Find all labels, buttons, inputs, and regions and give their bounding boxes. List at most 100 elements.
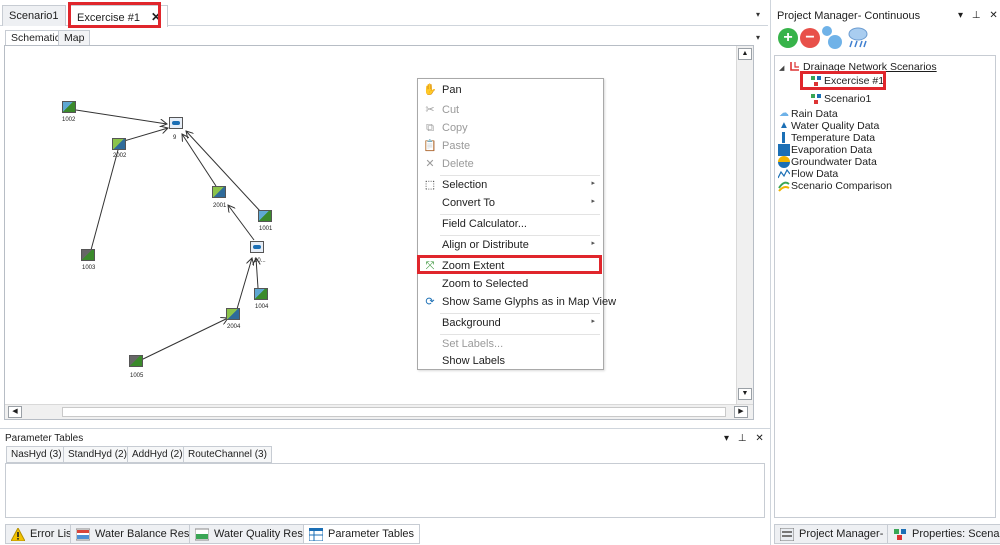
tree-item-scenario1[interactable]: Scenario1 [824, 93, 871, 105]
add-icon[interactable]: + [778, 28, 798, 48]
copy-icon: ⧉ [426, 122, 434, 134]
menu-item-convert-to[interactable]: Convert To ▸ [418, 194, 603, 212]
flow-chart-icon [778, 168, 790, 179]
menu-item-set-labels[interactable]: Set Labels... [418, 335, 603, 353]
close-icon[interactable]: ✕ [989, 10, 997, 21]
menu-item-field-calculator[interactable]: Field Calculator... [418, 215, 603, 233]
tree-item-rain-data[interactable]: Rain Data [791, 108, 838, 120]
menu-item-zoom-selected[interactable]: Zoom to Selected [418, 275, 603, 293]
menu-item-label: Copy [442, 122, 468, 134]
project-manager-icon [780, 528, 794, 541]
pin-icon[interactable]: ⊥ [972, 10, 981, 21]
routechannel-node-icon[interactable] [129, 355, 143, 367]
tree-item-label: Temperature Data [791, 132, 876, 144]
horizontal-scrollbar[interactable]: ◀ ▶ [5, 404, 753, 419]
divider [0, 428, 770, 429]
nashyd-node-icon[interactable] [254, 288, 268, 300]
chevron-right-icon: ▸ [591, 318, 595, 325]
tab-label: AddHyd (2) [132, 449, 183, 460]
tab-properties[interactable]: Properties: Scenar... [887, 524, 1000, 544]
standhyd-node-icon[interactable] [112, 138, 126, 150]
nashyd-node-icon[interactable] [62, 101, 76, 113]
tab-nashyd[interactable]: NasHyd (3) [6, 446, 67, 463]
node-icon[interactable] [822, 26, 832, 36]
divider [770, 0, 771, 545]
warning-icon [11, 528, 25, 541]
hand-icon: ✋ [423, 84, 437, 96]
water-balance-icon [76, 528, 90, 541]
menu-item-cut[interactable]: ✂ Cut [418, 101, 603, 119]
tree-item-groundwater-data[interactable]: Groundwater Data [791, 156, 877, 168]
tab-label: NasHyd (3) [11, 449, 62, 460]
node-label: 1003 [82, 265, 96, 271]
menu-item-paste[interactable]: 📋 Paste [418, 137, 603, 155]
vertical-scrollbar[interactable]: ▲ ▼ [736, 46, 753, 404]
node-icon[interactable] [828, 35, 842, 49]
tree-item-flow-data[interactable]: Flow Data [791, 168, 838, 180]
link-2004-10 [236, 258, 252, 310]
evaporation-icon [778, 144, 790, 156]
menu-item-label: Show Labels [442, 355, 505, 367]
scroll-thumb[interactable] [62, 407, 726, 417]
menu-item-label: Delete [442, 158, 474, 170]
menu-item-label: Set Labels... [442, 338, 504, 350]
sync-icon: ⟳ [425, 296, 435, 308]
scroll-left-icon[interactable]: ◀ [8, 406, 22, 418]
scroll-down-icon[interactable]: ▼ [738, 388, 752, 400]
tree-item-temperature-data[interactable]: Temperature Data [791, 132, 875, 144]
menu-item-selection[interactable]: ⬚ Selection ▸ [418, 176, 603, 194]
highlight-box [417, 255, 602, 274]
addhyd-node-icon[interactable] [250, 241, 264, 253]
menu-item-delete[interactable]: ✕ Delete [418, 155, 603, 173]
node-label: 2002 [113, 153, 127, 159]
remove-icon[interactable]: − [800, 28, 820, 48]
tree-item-water-quality-data[interactable]: Water Quality Data [791, 120, 879, 132]
scroll-right-icon[interactable]: ▶ [734, 406, 748, 418]
menu-item-show-labels[interactable]: Show Labels [418, 352, 603, 370]
menu-item-pan[interactable]: ✋ Pan [418, 81, 603, 99]
chevron-right-icon: ▸ [591, 240, 595, 247]
tab-addhyd[interactable]: AddHyd (2) [127, 446, 188, 463]
standhyd-node-icon[interactable] [212, 186, 226, 198]
parameter-table-body[interactable] [5, 463, 765, 518]
scroll-up-icon[interactable]: ▲ [738, 48, 752, 60]
menu-item-label: Field Calculator... [442, 218, 527, 230]
chevron-down-icon[interactable]: ▾ [724, 433, 729, 444]
expand-arrow-icon[interactable]: ◢ [779, 64, 784, 72]
link-1003-2002 [90, 149, 119, 251]
chevron-right-icon: ▸ [591, 180, 595, 187]
menu-item-align-distribute[interactable]: Align or Distribute ▸ [418, 236, 603, 254]
tab-label: Error List [30, 528, 75, 540]
selection-icon: ⬚ [424, 179, 436, 191]
chevron-down-icon[interactable]: ▾ [958, 10, 963, 21]
addhyd-node-icon[interactable] [169, 117, 183, 129]
pin-icon[interactable]: ⊥ [738, 433, 747, 444]
clipboard-icon: 📋 [423, 140, 437, 152]
panel-title: Project Manager- Continuous [777, 10, 921, 22]
link-2001-9 [182, 134, 217, 187]
node-label: 10... [254, 258, 266, 264]
routechannel-node-icon[interactable] [81, 249, 95, 261]
link-1002-9 [75, 109, 167, 124]
menu-item-background[interactable]: Background ▸ [418, 314, 603, 332]
highlight-box [800, 71, 886, 90]
tab-routechannel[interactable]: RouteChannel (3) [183, 446, 272, 463]
standhyd-node-icon[interactable] [226, 308, 240, 320]
menu-item-label: Convert To [442, 197, 495, 209]
panel-controls: ▾ ⊥ ✕ [724, 433, 764, 444]
rain-icon[interactable] [846, 26, 870, 50]
tree-item-evaporation-data[interactable]: Evaporation Data [791, 144, 872, 156]
node-label: 2001 [213, 203, 227, 209]
menu-item-copy[interactable]: ⧉ Copy [418, 119, 603, 137]
close-icon[interactable]: ✕ [755, 433, 763, 444]
tree-item-scenario-comparison[interactable]: Scenario Comparison [791, 180, 892, 192]
node-label: 1004 [255, 304, 269, 310]
node-label: 1005 [130, 373, 144, 379]
tab-parameter-tables[interactable]: Parameter Tables [303, 524, 421, 544]
node-label: 9 [173, 135, 177, 141]
tab-label: RouteChannel (3) [188, 449, 267, 460]
nashyd-node-icon[interactable] [258, 210, 272, 222]
tab-standhyd[interactable]: StandHyd (2) [63, 446, 132, 463]
scissors-icon: ✂ [425, 104, 435, 116]
menu-item-show-glyphs[interactable]: ⟳ Show Same Glyphs as in Map View [418, 293, 616, 311]
